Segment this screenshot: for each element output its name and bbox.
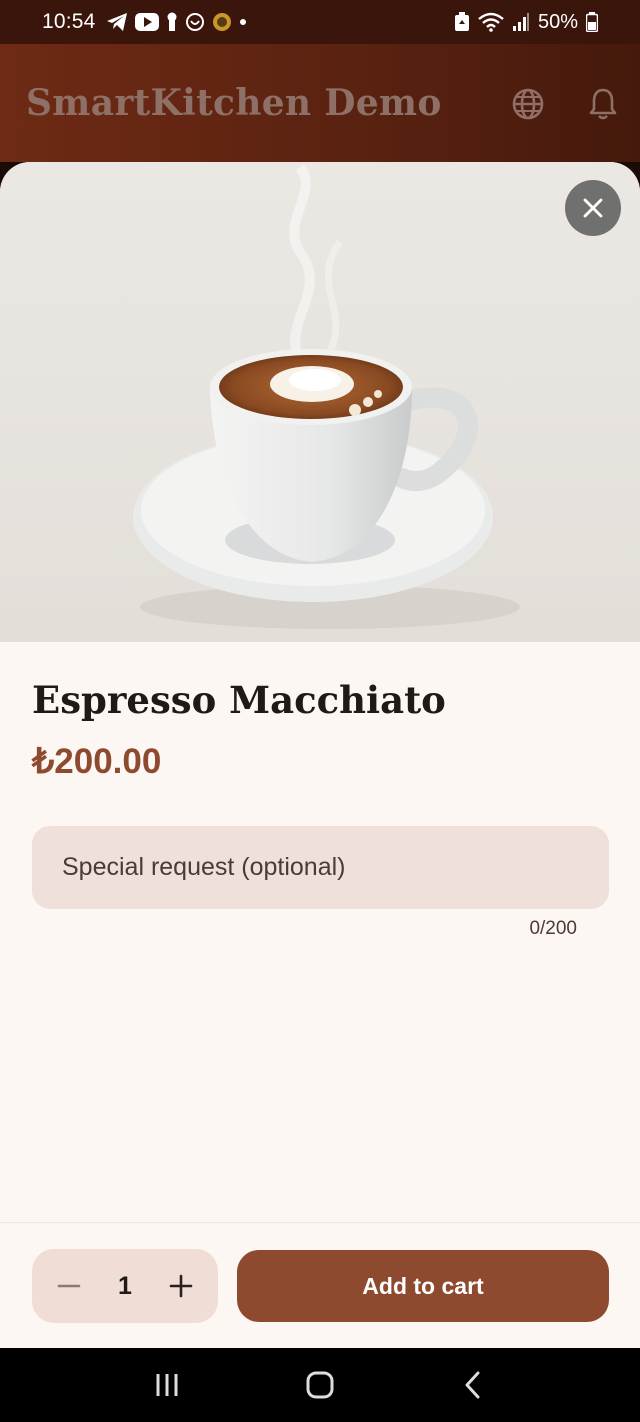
decrease-quantity-button[interactable]: [54, 1271, 84, 1301]
add-to-cart-button[interactable]: Add to cart: [237, 1250, 609, 1322]
special-request-counter: 0/200: [529, 918, 577, 939]
increase-quantity-button[interactable]: [166, 1271, 196, 1301]
status-notification-icons: [106, 12, 247, 32]
recents-button[interactable]: [137, 1360, 197, 1410]
language-button[interactable]: [510, 86, 546, 122]
telegram-icon: [106, 13, 127, 31]
app-title: SmartKitchen Demo: [26, 82, 442, 124]
close-sheet-button[interactable]: [565, 180, 621, 236]
special-request-input[interactable]: [32, 826, 609, 909]
youtube-icon: [134, 13, 159, 31]
quantity-value: 1: [118, 1271, 132, 1300]
notifications-button[interactable]: [585, 86, 621, 122]
app-bar: SmartKitchen Demo: [0, 44, 640, 162]
recents-icon: [156, 1374, 178, 1396]
item-price: ₺200.00: [32, 742, 162, 781]
item-name: Espresso Macchiato: [32, 678, 446, 722]
status-time: 10:54: [42, 10, 96, 33]
close-icon: [583, 198, 603, 218]
plus-icon: [169, 1274, 193, 1298]
battery-saver-icon: [454, 12, 469, 31]
globe-icon: [512, 88, 544, 120]
item-detail-sheet: Espresso Macchiato ₺200.00 0/200: [0, 162, 640, 1348]
wifi-icon: [478, 12, 504, 32]
system-nav-bar: [0, 1348, 640, 1422]
quantity-stepper: 1: [32, 1249, 218, 1323]
battery-icon: [586, 12, 598, 32]
home-button[interactable]: [290, 1360, 350, 1410]
status-bar: 10:54 50%: [0, 0, 640, 44]
battery-percent: 50%: [537, 10, 578, 33]
cart-action-bar: 1 Add to cart: [0, 1222, 640, 1348]
signal-icon: [512, 13, 529, 31]
home-icon: [306, 1371, 334, 1399]
back-icon: [465, 1371, 480, 1399]
espresso-macchiato-photo: [0, 162, 640, 642]
back-button[interactable]: [443, 1360, 503, 1410]
heart-smiley-icon: [185, 13, 204, 31]
keyhole-icon: [167, 12, 177, 31]
dot-icon: [239, 19, 246, 25]
status-system-icons: 50%: [454, 11, 598, 34]
bell-icon: [589, 88, 617, 120]
app-badge-icon: [212, 13, 231, 31]
minus-icon: [57, 1284, 81, 1288]
